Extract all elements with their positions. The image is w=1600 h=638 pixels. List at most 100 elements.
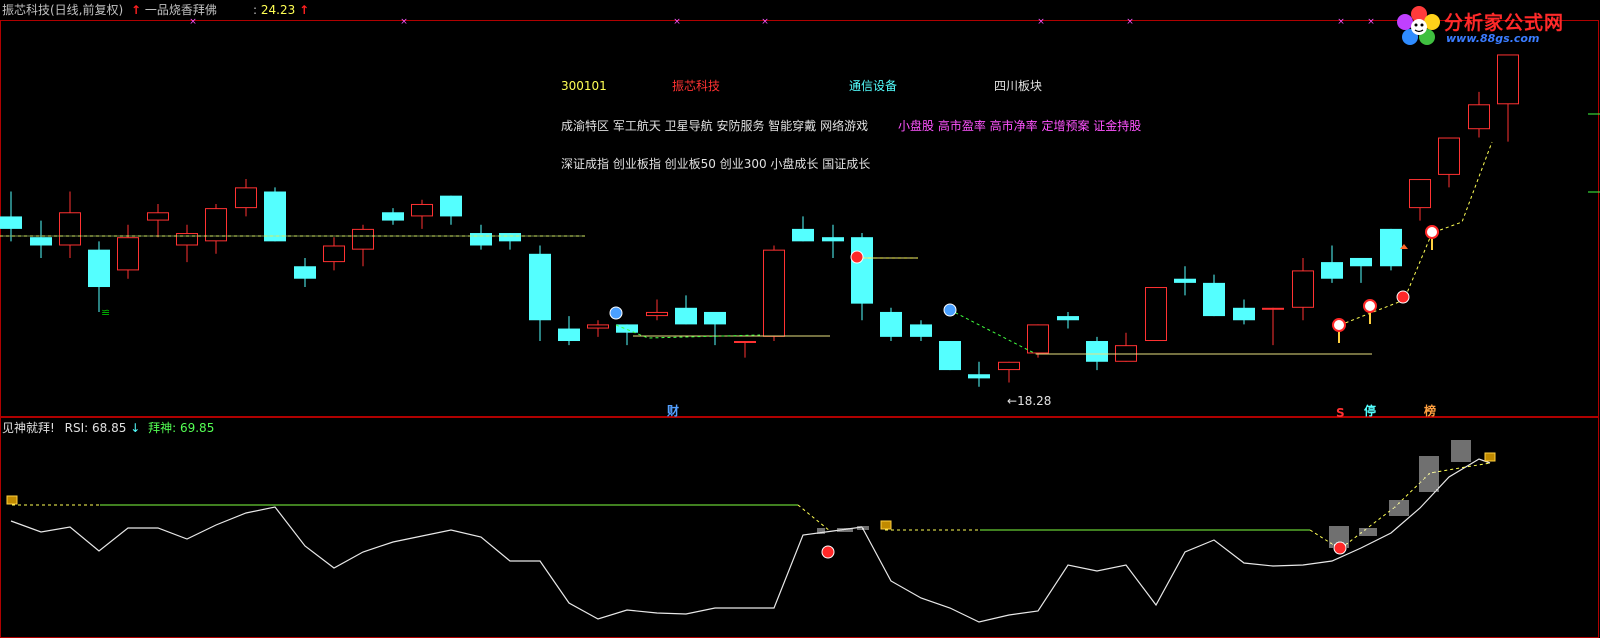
candle-body-up [763,249,785,337]
flag-icon [880,520,892,530]
stock-concepts: 成渝特区 军工航天 卫星导航 安防服务 智能穿戴 网络游戏 [561,119,869,133]
candle-body-down [968,374,990,379]
low-price-annotation: ←18.28 [1007,394,1051,408]
dotted-trend-2 [949,309,1037,355]
candle-body-down [529,253,551,321]
candle-body-up [998,361,1020,371]
candle-body-down [704,311,726,325]
candle-body-up [1115,345,1137,362]
candle-body-down [470,233,492,246]
stock-code: 300101 [561,79,607,93]
indicator-name: 一品烧香拜佛 [144,3,217,17]
marker-bang: 榜 [1424,404,1437,418]
stock-name: 振芯科技 [672,79,721,93]
candle-body-down [1057,316,1079,321]
candle-body-down [910,324,932,337]
stock-title: 振芯科技(日线,前复权) [2,3,124,17]
candle-body-down [851,237,873,304]
stock-indexes: 深证成指 创业板指 创业板50 创业300 小盘成长 国证成长 [561,157,871,171]
dotted-trend-4 [1339,141,1493,326]
marker-cai: 财 [667,404,680,418]
flag-icon [1484,452,1496,462]
candle-body-up [352,228,374,250]
rsi-value: 68.85 [92,421,127,435]
marker-sign: ≌ [101,306,111,319]
rsi-layer [6,440,1496,623]
candle-body-up [646,311,668,317]
site-logo: 分析家公式网 www.88gs.com [1394,4,1590,48]
value-up-arrow-icon: ↑ [299,3,310,17]
rsi-down-arrow-icon: ↓ [130,421,141,435]
candle-body-up [1468,104,1490,130]
candle-body-down [675,307,697,325]
incense-icon [1425,225,1439,239]
top-x-mark: × [1337,17,1345,27]
top-x-mark: × [189,17,197,27]
candle-body-up [117,237,139,271]
candle-body-down [88,249,110,288]
candle-body-down [499,233,521,242]
candle-body-down [1321,262,1343,279]
striped-block [1451,440,1471,462]
stock-region: 四川板块 [994,79,1043,93]
sub-panel-frame [0,417,1599,638]
top-x-mark: × [761,17,769,27]
top-x-mark: × [1126,17,1134,27]
logo-name: 分析家公式网 [1444,12,1565,34]
bai-value: 69.85 [179,421,215,435]
candle-body-up [59,212,81,246]
candle-body-up [176,233,198,246]
bai-label: 拜神: [148,421,177,435]
candle-body-up [235,187,257,209]
marker-layer: × × × × × × × × [189,17,1439,559]
candle-body-up [1497,54,1519,105]
sub-title: 见神就拜! [2,421,55,435]
candle-body-up [147,212,169,221]
candle-body-up [323,245,345,263]
incense-icon [1363,299,1377,313]
candle-body-down [616,324,638,333]
top-x-mark: × [1367,17,1375,27]
candle-body-down [1203,282,1225,317]
candle-body-down [294,266,316,279]
value-number: 24.23 [260,3,296,17]
top-x-mark: × [1037,17,1045,27]
candle-body-down [1086,341,1108,362]
blue-ball-icon [609,306,623,320]
striped-block [1389,500,1409,516]
candle-body-up [587,324,609,329]
flower-logo-icon [1397,6,1440,45]
blue-ball-icon [943,303,957,317]
rsi-label: RSI: [64,421,89,435]
red-ball-icon [821,545,835,559]
candle-body-up [1145,287,1167,342]
main-panel-frame [0,20,1599,417]
candle-body-up [734,341,756,344]
striped-block [1359,528,1377,536]
flag-icon [6,495,18,505]
indicator-value: : 24.23 ↑ [253,3,309,17]
candle-body-up [1292,270,1314,308]
candle-body-down [0,216,22,229]
low-price-value: 18.28 [1017,394,1052,408]
candle-body-down [558,328,580,342]
candle-body-down [1350,257,1372,267]
candle-body-down [440,195,462,217]
stock-industry: 通信设备 [849,79,898,93]
red-ball-icon [1396,290,1410,304]
candle-body-down [822,237,844,242]
red-ball-icon [1333,541,1347,555]
candle-body-up [1438,137,1460,175]
candle-body-down [880,311,902,337]
up-arrow-icon: ↑ [131,3,142,17]
top-x-mark: × [673,17,681,27]
candle-body-up [411,203,433,217]
candle-body-down [1233,307,1255,321]
logo-url: www.88gs.com [1446,32,1540,45]
candle-body-down [1174,278,1196,283]
candle-layer [0,54,1600,387]
candle-body-down [264,191,286,242]
marker-s: S [1336,406,1345,420]
stock-styles: 小盘股 高市盈率 高市净率 定增预案 证金持股 [898,119,1142,133]
candle-body-up [1262,307,1284,310]
